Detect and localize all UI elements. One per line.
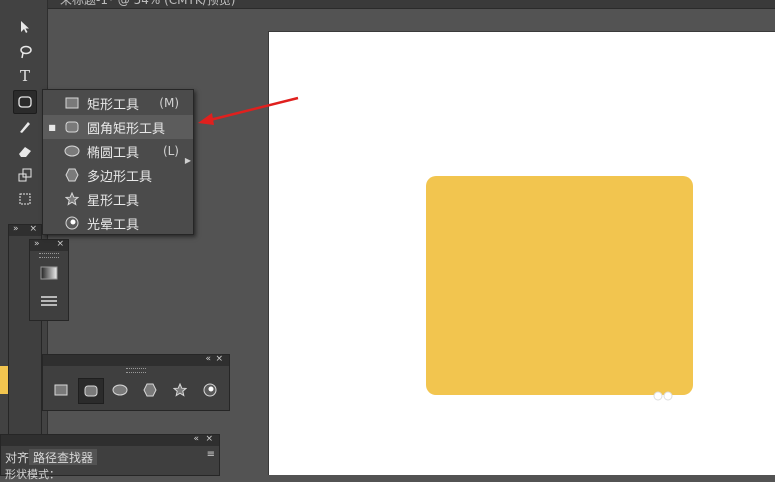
polygon-icon — [65, 168, 79, 182]
star-icon — [65, 192, 79, 206]
gradient-panel-icon[interactable] — [40, 266, 58, 280]
shape-modes-label: 形状模式： — [5, 468, 60, 481]
free-transform-icon — [19, 193, 31, 205]
direct-selection-tool[interactable] — [14, 16, 36, 38]
rounded-rectangle-icon — [65, 121, 79, 133]
rounded-rectangle-icon — [18, 96, 32, 108]
flare-icon — [203, 383, 217, 397]
rectangle-icon — [65, 97, 79, 109]
selected-bullet-icon: ■ — [48, 122, 56, 132]
menu-item-label: 星形工具 — [87, 193, 140, 209]
menu-item-rounded-rectangle-tool[interactable]: ■ 圆角矩形工具 — [43, 115, 193, 139]
ellipse-icon — [112, 384, 128, 396]
eraser-icon — [19, 147, 31, 157]
collapse-icon[interactable]: « — [205, 354, 211, 364]
menu-item-label: 光晕工具 — [87, 217, 140, 233]
polygon-icon — [143, 383, 157, 397]
fill-color-swatch[interactable] — [0, 366, 8, 394]
annotation-arrow-icon — [198, 96, 299, 125]
align-pathfinder-panel: × « 对齐 路径查找器 ≡ 形状模式： — [0, 434, 220, 481]
arrow-cursor-icon — [21, 21, 29, 33]
rectangle-icon — [54, 384, 68, 396]
menu-item-star-tool[interactable]: 星形工具 — [43, 187, 193, 211]
close-icon[interactable]: × — [205, 434, 213, 444]
type-tool[interactable]: T — [14, 65, 36, 87]
rounded-rectangle-icon — [84, 385, 98, 397]
close-icon[interactable]: × — [29, 224, 37, 234]
menu-item-shortcut: (M) — [159, 96, 179, 110]
free-transform-tool[interactable] — [14, 188, 36, 210]
menu-item-label: 圆角矩形工具 — [87, 121, 166, 137]
panel-grip[interactable] — [39, 253, 59, 258]
tearoff-ellipse-tool[interactable] — [108, 378, 132, 402]
menu-item-ellipse-tool[interactable]: 椭圆工具 (L) — [43, 139, 193, 163]
panel-menu-icon[interactable]: ≡ — [207, 449, 215, 460]
scale-icon — [18, 168, 32, 182]
document-tab-strip: 未标题-1* @ 54% (CMYK/预览) — [48, 0, 775, 9]
stroke-panel-icon[interactable] — [40, 294, 58, 308]
star-icon — [173, 383, 187, 397]
tearoff-arrow-icon[interactable]: ▶ — [185, 156, 191, 165]
cursor-hint-icon — [653, 391, 673, 401]
menu-item-label: 多边形工具 — [87, 169, 153, 185]
close-icon[interactable]: × — [215, 354, 223, 364]
panel-header: » × — [30, 239, 68, 251]
shape-tools-flyout-menu: 矩形工具 (M) ■ 圆角矩形工具 椭圆工具 (L) 多边形工具 星形工具 光晕… — [42, 89, 194, 235]
gradient-stroke-panel: » × — [29, 239, 69, 321]
shape-tools-tearoff-panel: × « — [42, 354, 230, 411]
panel-header: × « — [1, 434, 219, 446]
menu-item-label: 矩形工具 — [87, 97, 140, 113]
pencil-icon — [20, 122, 30, 133]
menu-item-flare-tool[interactable]: 光晕工具 — [43, 211, 193, 235]
eraser-tool[interactable] — [14, 140, 36, 162]
type-icon: T — [19, 67, 30, 85]
tearoff-star-tool[interactable] — [168, 378, 192, 402]
tearoff-rectangle-tool[interactable] — [49, 378, 73, 402]
menu-item-label: 椭圆工具 — [87, 145, 140, 161]
menu-item-rectangle-tool[interactable]: 矩形工具 (M) — [43, 91, 193, 115]
tearoff-rounded-rectangle-tool[interactable] — [78, 378, 104, 404]
panel-header: × « — [43, 354, 229, 366]
close-icon[interactable]: × — [56, 239, 64, 249]
tearoff-flare-tool[interactable] — [198, 378, 222, 402]
pencil-tool[interactable] — [14, 116, 36, 138]
tab-pathfinder[interactable]: 路径查找器 — [29, 449, 98, 465]
lasso-icon — [20, 45, 32, 59]
panel-grip[interactable] — [126, 368, 146, 373]
tearoff-polygon-tool[interactable] — [138, 378, 162, 402]
ellipse-icon — [64, 145, 80, 157]
document-tab-title[interactable]: 未标题-1* @ 54% (CMYK/预览) — [60, 0, 235, 8]
panel-header: » × — [9, 224, 41, 236]
scale-tool[interactable] — [14, 164, 36, 186]
collapse-icon[interactable]: « — [193, 434, 199, 444]
lasso-tool[interactable] — [14, 41, 36, 63]
menu-item-polygon-tool[interactable]: 多边形工具 — [43, 163, 193, 187]
rounded-rectangle-tool[interactable] — [13, 90, 37, 114]
flare-icon — [65, 216, 79, 230]
menu-item-shortcut: (L) — [162, 144, 179, 158]
rounded-rectangle-shape[interactable] — [426, 176, 693, 395]
